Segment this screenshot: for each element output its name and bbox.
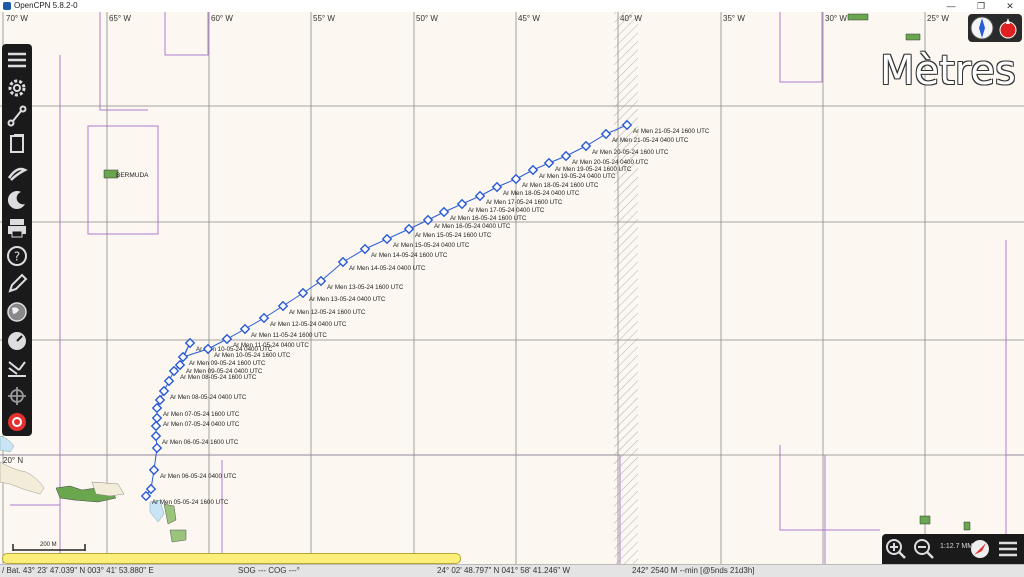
grib-icon[interactable] [5, 356, 29, 380]
info-bar [2, 553, 461, 564]
ais-icon[interactable] [5, 384, 29, 408]
print-icon[interactable] [5, 216, 29, 240]
track-waypoint-label: Ar Men 07-05-24 0400 UTC [163, 421, 240, 428]
latitude-label: 20° N [3, 456, 23, 465]
units-overlay: Mètres [880, 48, 1016, 94]
track-waypoint-label: Ar Men 16-05-24 0400 UTC [434, 223, 511, 230]
longitude-label: 70° W [6, 14, 28, 23]
tracks-icon[interactable] [5, 132, 29, 156]
track-waypoint-label: Ar Men 07-05-24 1600 UTC [163, 411, 240, 418]
longitude-label: 30° W [825, 14, 847, 23]
ownship-position: / Bat. 43° 23' 47.039" N 003° 41' 53.880… [2, 566, 154, 575]
track-waypoint-label: Ar Men 20-05-24 1600 UTC [592, 149, 669, 156]
longitude-label: 45° W [518, 14, 540, 23]
track-waypoint-label: Ar Men 08-05-24 0400 UTC [170, 394, 247, 401]
cursor-position: 24° 02' 48.797" N 041° 58' 41.246" W [437, 566, 570, 575]
longitude-label: 55° W [313, 14, 335, 23]
track-waypoint-label: Ar Men 21-05-24 0400 UTC [612, 137, 689, 144]
track-waypoint-label: Ar Men 19-05-24 0400 UTC [539, 173, 616, 180]
track-waypoint-label: Ar Men 18-05-24 1600 UTC [522, 182, 599, 189]
app-icon [3, 2, 11, 10]
north-arrow-icon [970, 16, 1017, 40]
track-waypoint-label: Ar Men 12-05-24 0400 UTC [270, 321, 347, 328]
bermuda-label: BERMUDA [116, 172, 149, 179]
maximize-button[interactable]: ❐ [966, 0, 996, 12]
longitude-label: 65° W [109, 14, 131, 23]
cursor-bearing-distance: 242° 2540 M --min [@5nds 21d3h] [632, 566, 755, 575]
track-waypoint-label: Ar Men 21-05-24 1600 UTC [633, 128, 710, 135]
minimize-button[interactable]: — [936, 0, 966, 12]
track-waypoint-label: Ar Men 12-05-24 1600 UTC [289, 309, 366, 316]
track-waypoint-label: Ar Men 05-05-24 1600 UTC [152, 499, 229, 506]
mob-icon[interactable] [5, 410, 29, 434]
track-waypoint-label: Ar Men 06-05-24 1600 UTC [162, 439, 239, 446]
track-record-icon[interactable] [5, 160, 29, 184]
track-waypoint-label: Ar Men 19-05-24 1600 UTC [555, 166, 632, 173]
settings-icon[interactable] [5, 76, 29, 100]
menu-icon[interactable] [996, 537, 1020, 561]
menu-icon[interactable] [5, 48, 29, 72]
window-title: OpenCPN 5.8.2-0 [14, 1, 78, 10]
svg-text:?: ? [14, 250, 20, 264]
longitude-label: 50° W [416, 14, 438, 23]
pencil-icon[interactable] [5, 272, 29, 296]
track-waypoint-label: Ar Men 13-05-24 1600 UTC [327, 284, 404, 291]
route-icon[interactable] [5, 104, 29, 128]
track-waypoint-label: Ar Men 18-05-24 0400 UTC [503, 190, 580, 197]
track-waypoint-label: Ar Men 09-05-24 1600 UTC [189, 360, 266, 367]
track-waypoint-label: Ar Men 09-05-24 0400 UTC [186, 368, 263, 375]
help-icon[interactable]: ? [5, 244, 29, 268]
chart-scale-text: 1:12.7 MM [940, 543, 974, 550]
track-waypoint-label: Ar Men 08-05-24 1600 UTC [180, 374, 257, 381]
track-waypoint-label: Ar Men 14-05-24 0400 UTC [349, 265, 426, 272]
track-waypoint-label: Ar Men 14-05-24 1600 UTC [371, 252, 448, 259]
longitude-label: 25° W [927, 14, 949, 23]
longitude-label: 60° W [211, 14, 233, 23]
sog-cog: SOG --- COG ---° [238, 566, 300, 575]
status-bar: / Bat. 43° 23' 47.039" N 003° 41' 53.880… [0, 564, 1024, 577]
track-waypoint-label: Ar Men 15-05-24 1600 UTC [415, 232, 492, 239]
track-waypoint-label: Ar Men 06-05-24 0400 UTC [160, 473, 237, 480]
zoom-out-icon[interactable] [912, 537, 936, 561]
tides-currents-icon[interactable] [5, 188, 29, 212]
track-waypoint-label: Ar Men 20-05-24 0400 UTC [572, 159, 649, 166]
main-toolbar: ? [2, 44, 32, 436]
dashboard-icon[interactable] [5, 328, 29, 352]
longitude-label: 40° W [620, 14, 642, 23]
globe-icon[interactable] [5, 300, 29, 324]
track-waypoint-label: Ar Men 10-05-24 1600 UTC [214, 352, 291, 359]
chart-canvas[interactable]: 70° W 65° W 60° W 55° W 50° W 45° W 40° … [0, 12, 1024, 564]
scale-bar-label: 200 M [40, 542, 57, 548]
compass-widget[interactable] [968, 14, 1022, 42]
track-waypoint-label: Ar Men 13-05-24 0400 UTC [309, 296, 386, 303]
close-button[interactable]: ✕ [995, 0, 1024, 12]
track-waypoint-label: Ar Men 17-05-24 1600 UTC [486, 199, 563, 206]
zoom-in-icon[interactable] [884, 537, 908, 561]
track-waypoint-label: Ar Men 11-05-24 0400 UTC [233, 342, 309, 349]
track-waypoint-label: Ar Men 17-05-24 0400 UTC [468, 207, 545, 214]
track-waypoint-label: Ar Men 16-05-24 1600 UTC [450, 215, 527, 222]
track-waypoint-label: Ar Men 15-05-24 0400 UTC [393, 242, 470, 249]
longitude-label: 35° W [723, 14, 745, 23]
track-waypoint-label: Ar Men 11-05-24 1600 UTC [251, 332, 327, 339]
